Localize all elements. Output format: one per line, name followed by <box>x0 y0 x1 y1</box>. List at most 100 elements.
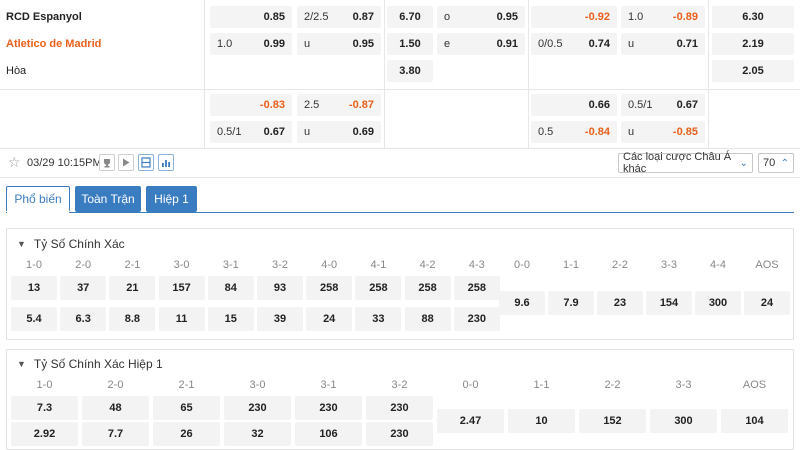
score-odds-cell[interactable]: 258 <box>355 276 402 300</box>
score-header: 3-0 <box>249 379 266 391</box>
score-odds-cell[interactable]: 24 <box>306 307 353 331</box>
odds-cell[interactable]: e 0.91 <box>437 33 525 55</box>
score-odds-cell[interactable]: 37 <box>60 276 107 300</box>
draw-label: Hòa <box>6 65 27 77</box>
score-odds-cell[interactable]: 33 <box>355 307 402 331</box>
score-header: 1-0 <box>36 379 53 391</box>
market-type-label: Các loại cược Châu Á khác <box>623 151 732 175</box>
odds-cell[interactable]: 1.50 <box>387 33 433 55</box>
score-odds-cell[interactable]: 230 <box>366 396 433 420</box>
score-odds-cell[interactable]: 154 <box>646 291 692 315</box>
page-size-select[interactable]: 70 ⌃ <box>758 153 794 173</box>
divider <box>0 89 800 90</box>
score-odds-cell[interactable]: 8.8 <box>109 307 156 331</box>
score-odds-cell[interactable]: 258 <box>404 276 451 300</box>
score-odds-cell[interactable]: 258 <box>453 276 500 300</box>
score-odds-cell[interactable]: 21 <box>109 276 156 300</box>
tab-underline <box>6 212 794 213</box>
lineup-icon[interactable] <box>138 154 154 171</box>
score-odds-cell[interactable]: 11 <box>158 307 205 331</box>
score-header: 3-3 <box>675 379 692 391</box>
odds-cell[interactable]: 1.0 0.99 <box>210 33 292 55</box>
section-title[interactable]: ▼ Tỷ Số Chính Xác <box>17 237 125 251</box>
score-odds-cell[interactable]: 39 <box>257 307 303 331</box>
odds-cell[interactable]: 0/0.5 0.74 <box>531 33 617 55</box>
market-type-select[interactable]: Các loại cược Châu Á khác ⌄ <box>618 151 753 175</box>
odds-cell[interactable]: 0.66 <box>531 94 617 116</box>
score-odds-cell[interactable]: 230 <box>295 396 362 420</box>
stats-icon[interactable] <box>158 154 174 171</box>
score-odds-cell[interactable]: 230 <box>453 307 500 331</box>
score-odds-cell[interactable]: 230 <box>366 422 433 446</box>
score-header: 3-1 <box>320 379 337 391</box>
score-odds-cell[interactable]: 13 <box>11 276 57 300</box>
score-odds-cell[interactable]: 93 <box>257 276 303 300</box>
score-header: 1-1 <box>533 379 550 391</box>
score-odds-cell[interactable]: 48 <box>82 396 149 420</box>
score-header: AOS <box>742 379 767 391</box>
odds-cell[interactable]: 0.5/1 0.67 <box>210 121 292 143</box>
score-odds-cell[interactable]: 230 <box>224 396 291 420</box>
score-odds-cell[interactable]: 104 <box>721 409 788 433</box>
score-header: 0-0 <box>462 379 479 391</box>
score-odds-cell[interactable]: 152 <box>579 409 646 433</box>
odds-cell[interactable]: u 0.95 <box>297 33 381 55</box>
score-odds-cell[interactable]: 9.6 <box>499 291 545 315</box>
score-odds-cell[interactable]: 157 <box>158 276 205 300</box>
odds-cell[interactable]: 2.05 <box>712 60 794 82</box>
score-header: AOS <box>755 259 779 271</box>
star-icon[interactable]: ☆ <box>8 154 21 171</box>
odds-cell[interactable]: o 0.95 <box>437 6 525 28</box>
score-header: 3-2 <box>391 379 408 391</box>
score-odds-cell[interactable]: 7.9 <box>548 291 594 315</box>
score-header: 4-1 <box>370 259 387 271</box>
tab-full-match[interactable]: Toàn Trận <box>75 186 141 212</box>
section-title[interactable]: ▼ Tỷ Số Chính Xác Hiệp 1 <box>17 357 163 371</box>
score-odds-cell[interactable]: 5.4 <box>11 307 57 331</box>
score-odds-cell[interactable]: 65 <box>153 396 220 420</box>
score-odds-cell[interactable]: 2.92 <box>11 422 78 446</box>
odds-cell[interactable]: u 0.69 <box>297 121 381 143</box>
odds-cell[interactable]: 0.85 <box>210 6 292 28</box>
score-odds-cell[interactable]: 88 <box>404 307 451 331</box>
score-odds-cell[interactable]: 2.47 <box>437 409 504 433</box>
divider <box>528 0 529 148</box>
score-odds-cell[interactable]: 7.3 <box>11 396 78 420</box>
score-header: 2-1 <box>178 379 195 391</box>
score-odds-cell[interactable]: 10 <box>508 409 575 433</box>
odds-cell[interactable]: 2.19 <box>712 33 794 55</box>
score-odds-cell[interactable]: 258 <box>306 276 353 300</box>
odds-cell[interactable]: 6.30 <box>712 6 794 28</box>
score-odds-cell[interactable]: 106 <box>295 422 362 446</box>
score-odds-cell[interactable]: 24 <box>744 291 790 315</box>
score-odds-cell[interactable]: 23 <box>597 291 643 315</box>
score-odds-cell[interactable]: 300 <box>650 409 717 433</box>
score-odds-cell[interactable]: 15 <box>207 307 254 331</box>
score-odds-cell[interactable]: 32 <box>224 422 291 446</box>
score-odds-cell[interactable]: 26 <box>153 422 220 446</box>
score-header: 4-3 <box>468 259 485 271</box>
odds-cell[interactable]: -0.83 <box>210 94 292 116</box>
section-title-text: Tỷ Số Chính Xác Hiệp 1 <box>33 357 163 371</box>
play-icon[interactable] <box>118 154 134 171</box>
odds-cell[interactable]: 3.80 <box>387 60 433 82</box>
odds-cell[interactable]: u -0.85 <box>621 121 705 143</box>
odds-cell[interactable]: u 0.71 <box>621 33 705 55</box>
trophy-icon[interactable] <box>99 154 115 171</box>
page-size-label: 70 <box>763 157 776 169</box>
odds-cell[interactable]: 1.0 -0.89 <box>621 6 705 28</box>
odds-cell[interactable]: -0.92 <box>531 6 617 28</box>
score-odds-cell[interactable]: 7.7 <box>82 422 149 446</box>
tab-first-half[interactable]: Hiệp 1 <box>146 186 197 212</box>
divider <box>0 177 800 178</box>
odds-cell[interactable]: 2/2.5 0.87 <box>297 6 381 28</box>
odds-cell[interactable]: 6.70 <box>387 6 433 28</box>
score-header: 2-0 <box>107 379 124 391</box>
score-odds-cell[interactable]: 84 <box>207 276 254 300</box>
score-odds-cell[interactable]: 6.3 <box>60 307 107 331</box>
odds-cell[interactable]: 2.5 -0.87 <box>297 94 381 116</box>
score-odds-cell[interactable]: 300 <box>695 291 741 315</box>
tab-popular[interactable]: Phổ biến <box>6 186 70 212</box>
odds-cell[interactable]: 0.5 -0.84 <box>531 121 617 143</box>
odds-cell[interactable]: 0.5/1 0.67 <box>621 94 705 116</box>
